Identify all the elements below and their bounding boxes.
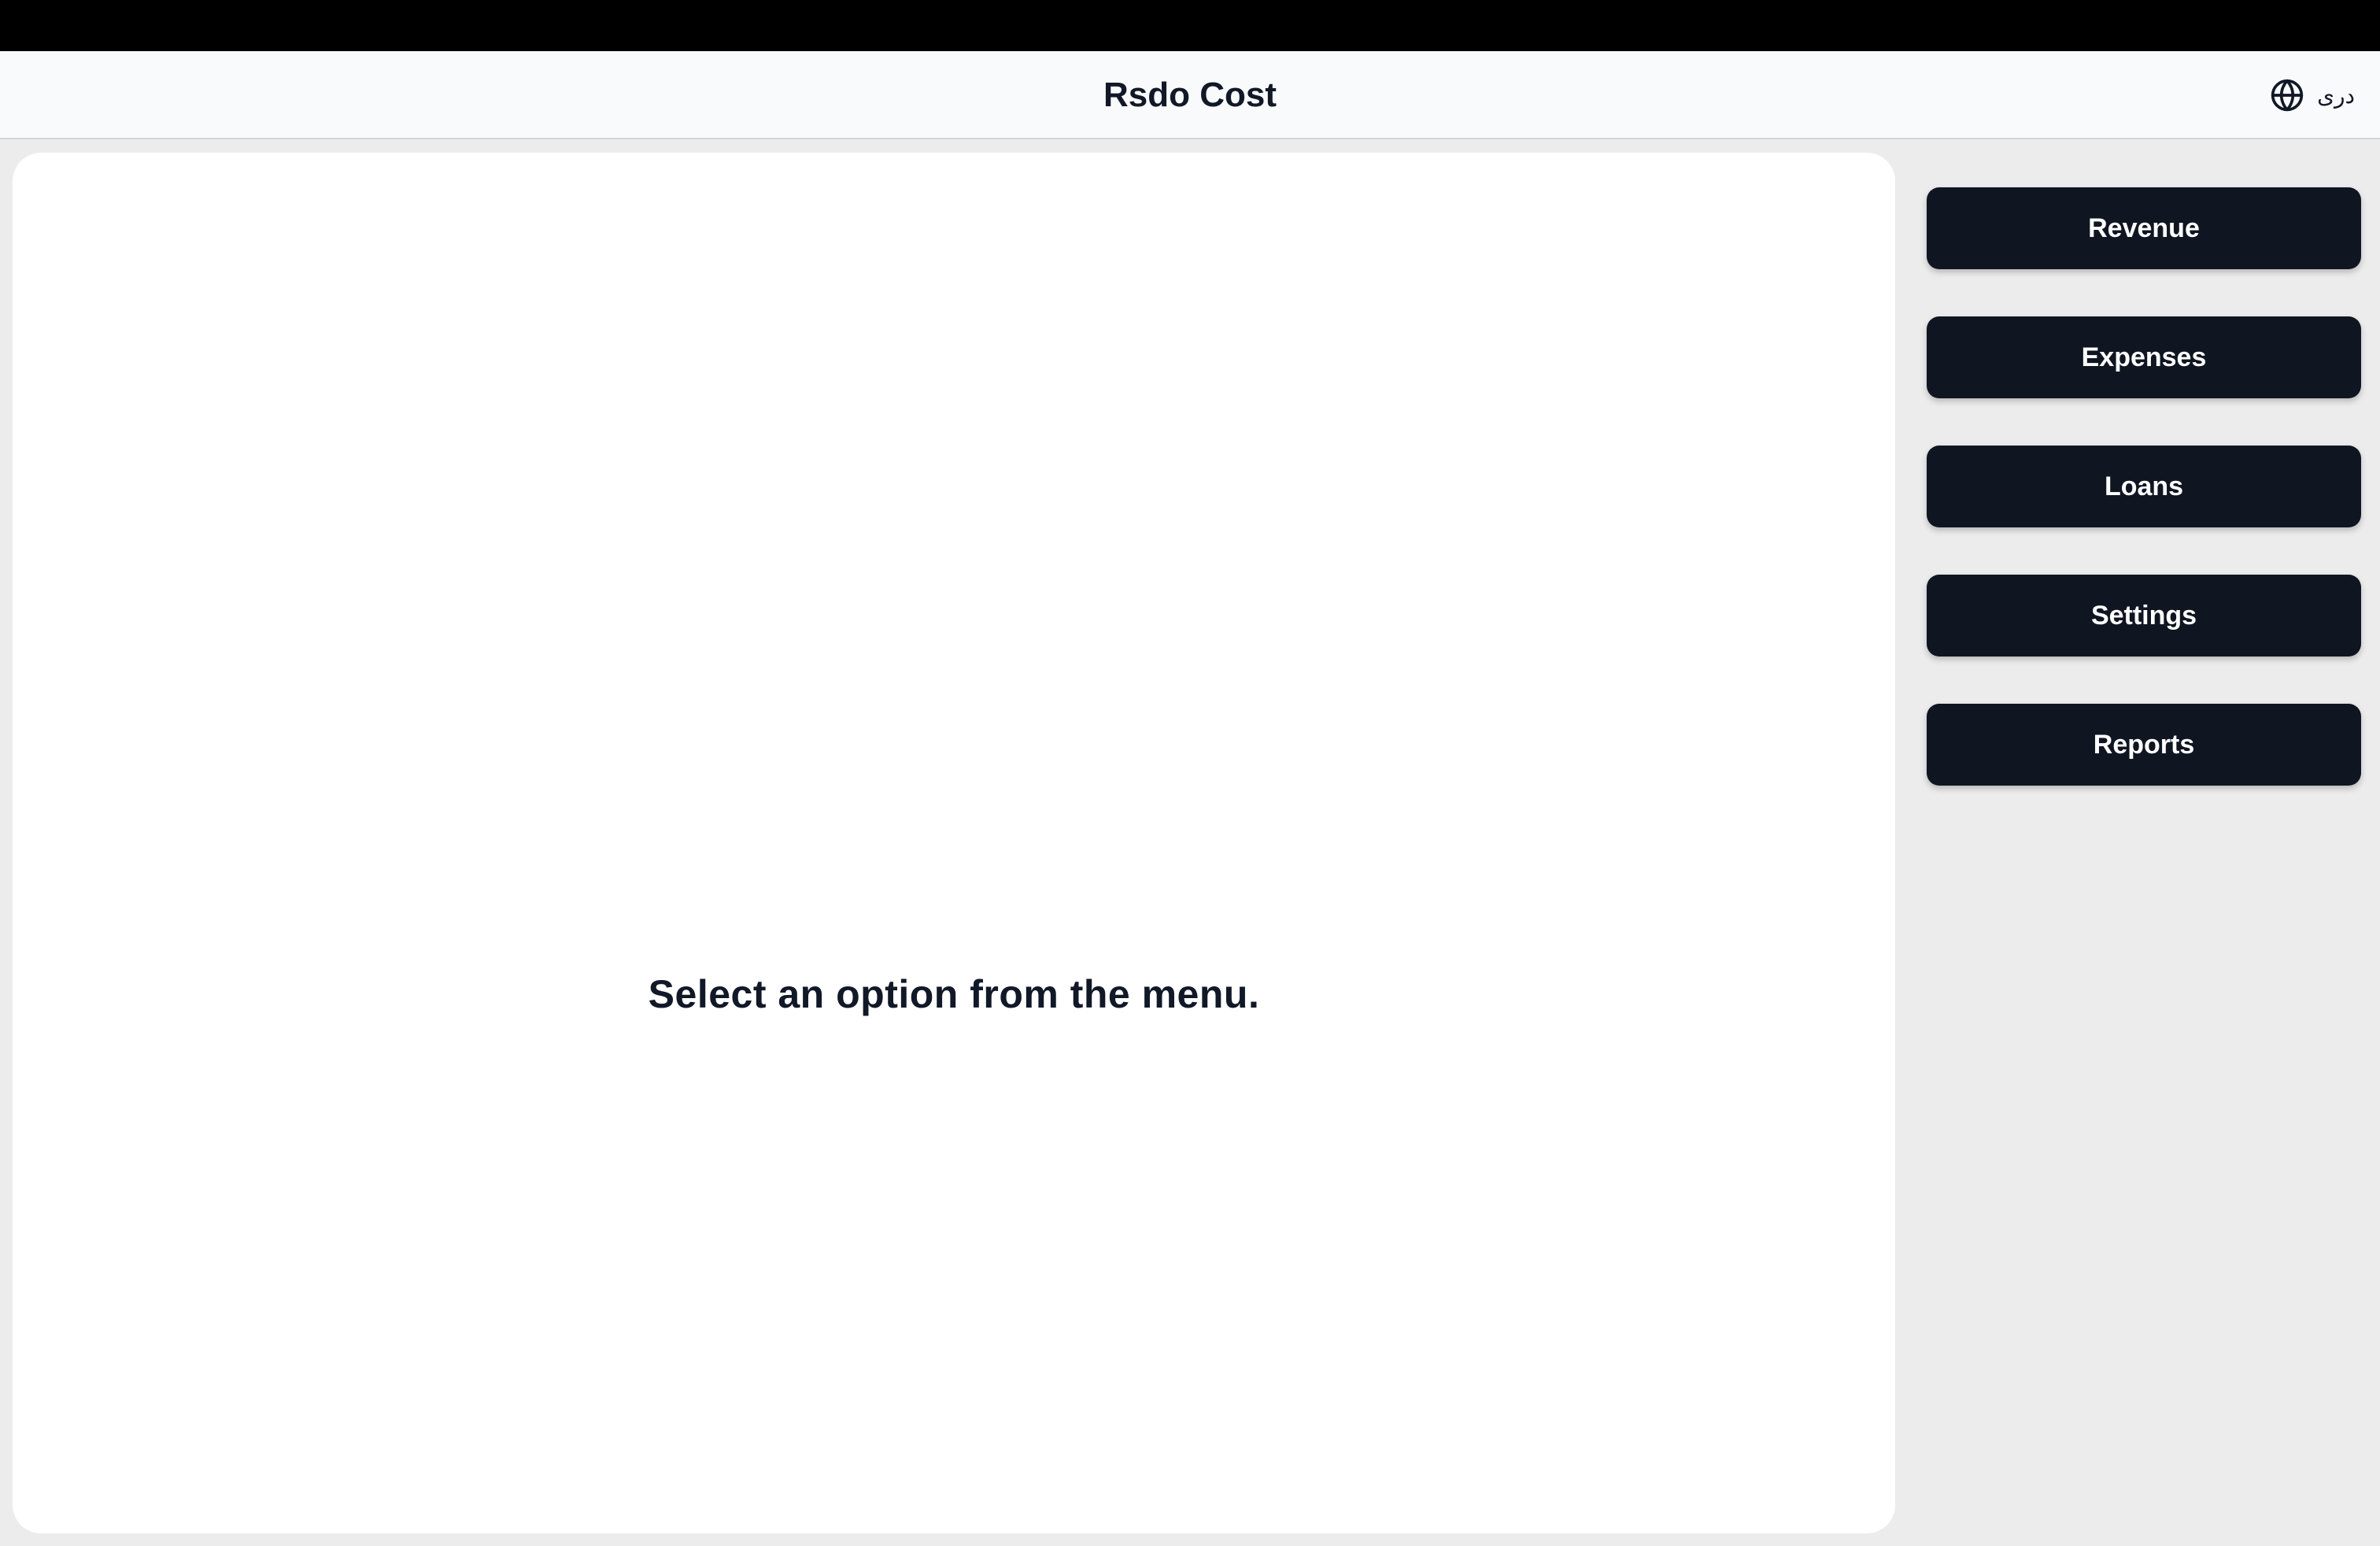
empty-state-message: Select an option from the menu. — [648, 972, 1260, 1016]
loans-button[interactable]: Loans — [1927, 446, 2361, 527]
settings-button[interactable]: Settings — [1927, 575, 2361, 656]
top-black-bar — [0, 0, 2380, 51]
language-label: دری — [2317, 82, 2355, 109]
app-header: Rsdo Cost دری — [0, 51, 2380, 139]
side-menu: Revenue Expenses Loans Settings Reports — [1927, 187, 2361, 833]
revenue-button[interactable]: Revenue — [1927, 187, 2361, 269]
language-switcher[interactable]: دری — [2270, 76, 2355, 114]
globe-icon — [2270, 78, 2304, 113]
content-panel: Select an option from the menu. — [13, 153, 1895, 1533]
app-title: Rsdo Cost — [1103, 76, 1277, 114]
expenses-button[interactable]: Expenses — [1927, 316, 2361, 398]
reports-button[interactable]: Reports — [1927, 704, 2361, 786]
